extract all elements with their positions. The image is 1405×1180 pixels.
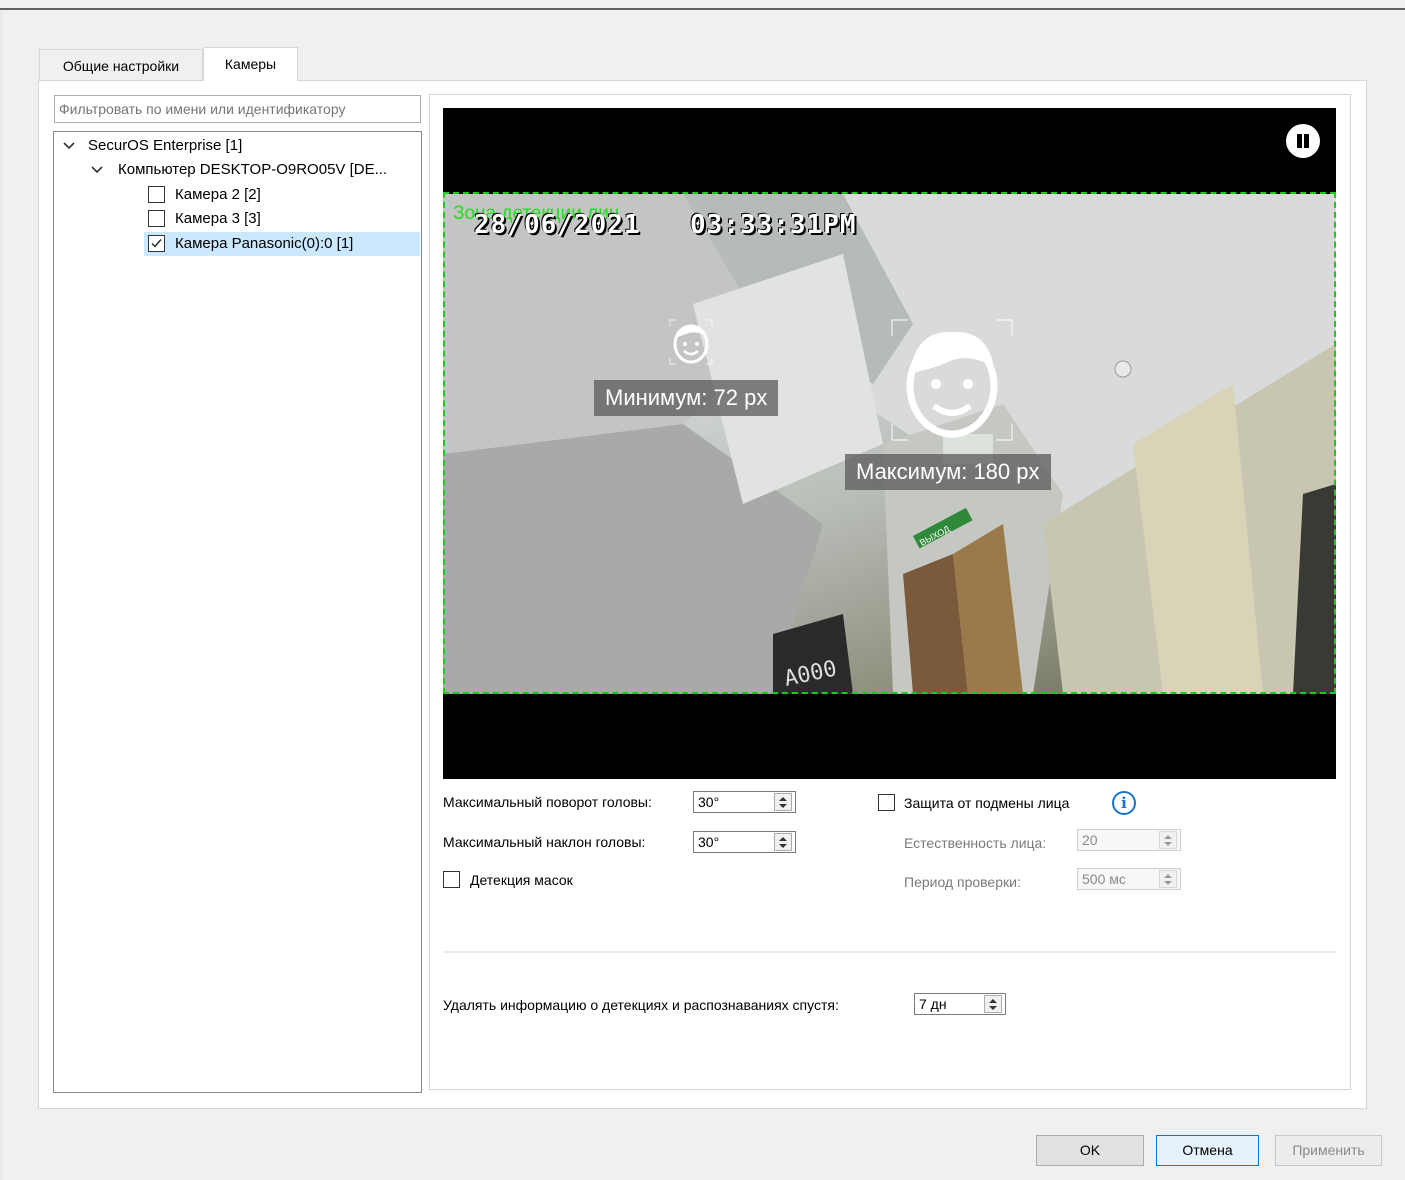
tree-node-computer[interactable]: Компьютер DESKTOP-O9RO05V [DE... bbox=[90, 158, 420, 182]
camera-filter-input[interactable] bbox=[54, 95, 421, 123]
spin-arrows-icon[interactable] bbox=[1159, 870, 1177, 888]
spoof-protection-label: Защита от подмены лица bbox=[904, 795, 1070, 811]
apply-button[interactable]: Применить bbox=[1275, 1135, 1382, 1166]
chevron-down-icon[interactable] bbox=[90, 158, 104, 182]
tree-node-camera-2[interactable]: Камера 2 [2] bbox=[144, 183, 419, 207]
check-period-value: 500 мс bbox=[1082, 871, 1126, 887]
camera-2-checkbox[interactable] bbox=[148, 186, 165, 203]
max-tilt-spinbox[interactable]: 30° bbox=[693, 831, 796, 853]
naturalness-label: Естественность лица: bbox=[904, 835, 1047, 851]
window-left-border bbox=[0, 10, 2, 1180]
spin-arrows-icon[interactable] bbox=[774, 833, 792, 851]
camera-frame-image: A000 ВЫХОД bbox=[443, 194, 1336, 694]
spoof-protection-checkbox[interactable] bbox=[878, 794, 895, 811]
camera-panasonic-checkbox[interactable] bbox=[148, 235, 165, 252]
tree-computer-label: Компьютер DESKTOP-O9RO05V [DE... bbox=[118, 161, 388, 178]
spin-arrows-icon[interactable] bbox=[984, 995, 1002, 1013]
chevron-down-icon[interactable] bbox=[62, 134, 76, 158]
osd-date: 28/06/2021 bbox=[474, 210, 641, 240]
tree-node-camera-panasonic[interactable]: Камера Panasonic(0):0 [1] bbox=[144, 232, 420, 256]
spin-arrows-icon[interactable] bbox=[1159, 831, 1177, 849]
pause-icon[interactable] bbox=[1286, 124, 1320, 158]
mask-detection-checkbox[interactable] bbox=[443, 871, 460, 888]
window-top-border bbox=[0, 8, 1405, 10]
info-icon[interactable]: i bbox=[1112, 791, 1136, 815]
max-tilt-label: Максимальный наклон головы: bbox=[443, 834, 646, 850]
max-tilt-value: 30° bbox=[698, 834, 720, 850]
tab-general-settings[interactable]: Общие настройки bbox=[39, 49, 203, 81]
min-face-icon[interactable] bbox=[666, 316, 716, 368]
tree-root-label: SecurOS Enterprise [1] bbox=[88, 137, 243, 154]
delete-info-spinbox[interactable]: 7 дн bbox=[914, 993, 1006, 1015]
min-size-label: Минимум: 72 px bbox=[594, 380, 779, 416]
ok-button[interactable]: OK bbox=[1036, 1135, 1144, 1166]
checkmark-icon bbox=[151, 239, 162, 248]
cancel-button[interactable]: Отмена bbox=[1156, 1135, 1259, 1166]
tab-cameras[interactable]: Камеры bbox=[203, 47, 298, 81]
camera-2-label: Камера 2 [2] bbox=[175, 186, 261, 203]
check-period-label: Период проверки: bbox=[904, 874, 1021, 890]
naturalness-spinbox[interactable]: 20 bbox=[1077, 829, 1181, 851]
max-face-icon[interactable] bbox=[890, 318, 1014, 442]
naturalness-value: 20 bbox=[1082, 832, 1098, 848]
max-rotation-value: 30° bbox=[698, 794, 720, 810]
camera-3-checkbox[interactable] bbox=[148, 210, 165, 227]
settings-separator bbox=[443, 951, 1336, 953]
max-rotation-label: Максимальный поворот головы: bbox=[443, 794, 652, 810]
mask-detection-label: Детекция масок bbox=[470, 872, 573, 888]
max-rotation-spinbox[interactable]: 30° bbox=[693, 791, 796, 813]
camera-tree[interactable]: SecurOS Enterprise [1] Компьютер DESKTOP… bbox=[53, 131, 422, 1093]
delete-info-label: Удалять информацию о детекциях и распозн… bbox=[443, 997, 839, 1013]
tree-node-camera-3[interactable]: Камера 3 [3] bbox=[144, 207, 419, 231]
delete-info-value: 7 дн bbox=[919, 996, 947, 1012]
check-period-spinbox[interactable]: 500 мс bbox=[1077, 868, 1181, 890]
camera-3-label: Камера 3 [3] bbox=[175, 210, 261, 227]
camera-panasonic-label: Камера Panasonic(0):0 [1] bbox=[175, 235, 354, 252]
spin-arrows-icon[interactable] bbox=[774, 793, 792, 811]
tree-node-root[interactable]: SecurOS Enterprise [1] bbox=[62, 134, 402, 158]
max-size-label: Максимум: 180 px bbox=[845, 454, 1051, 490]
osd-time: 03:33:31PM bbox=[690, 210, 857, 240]
